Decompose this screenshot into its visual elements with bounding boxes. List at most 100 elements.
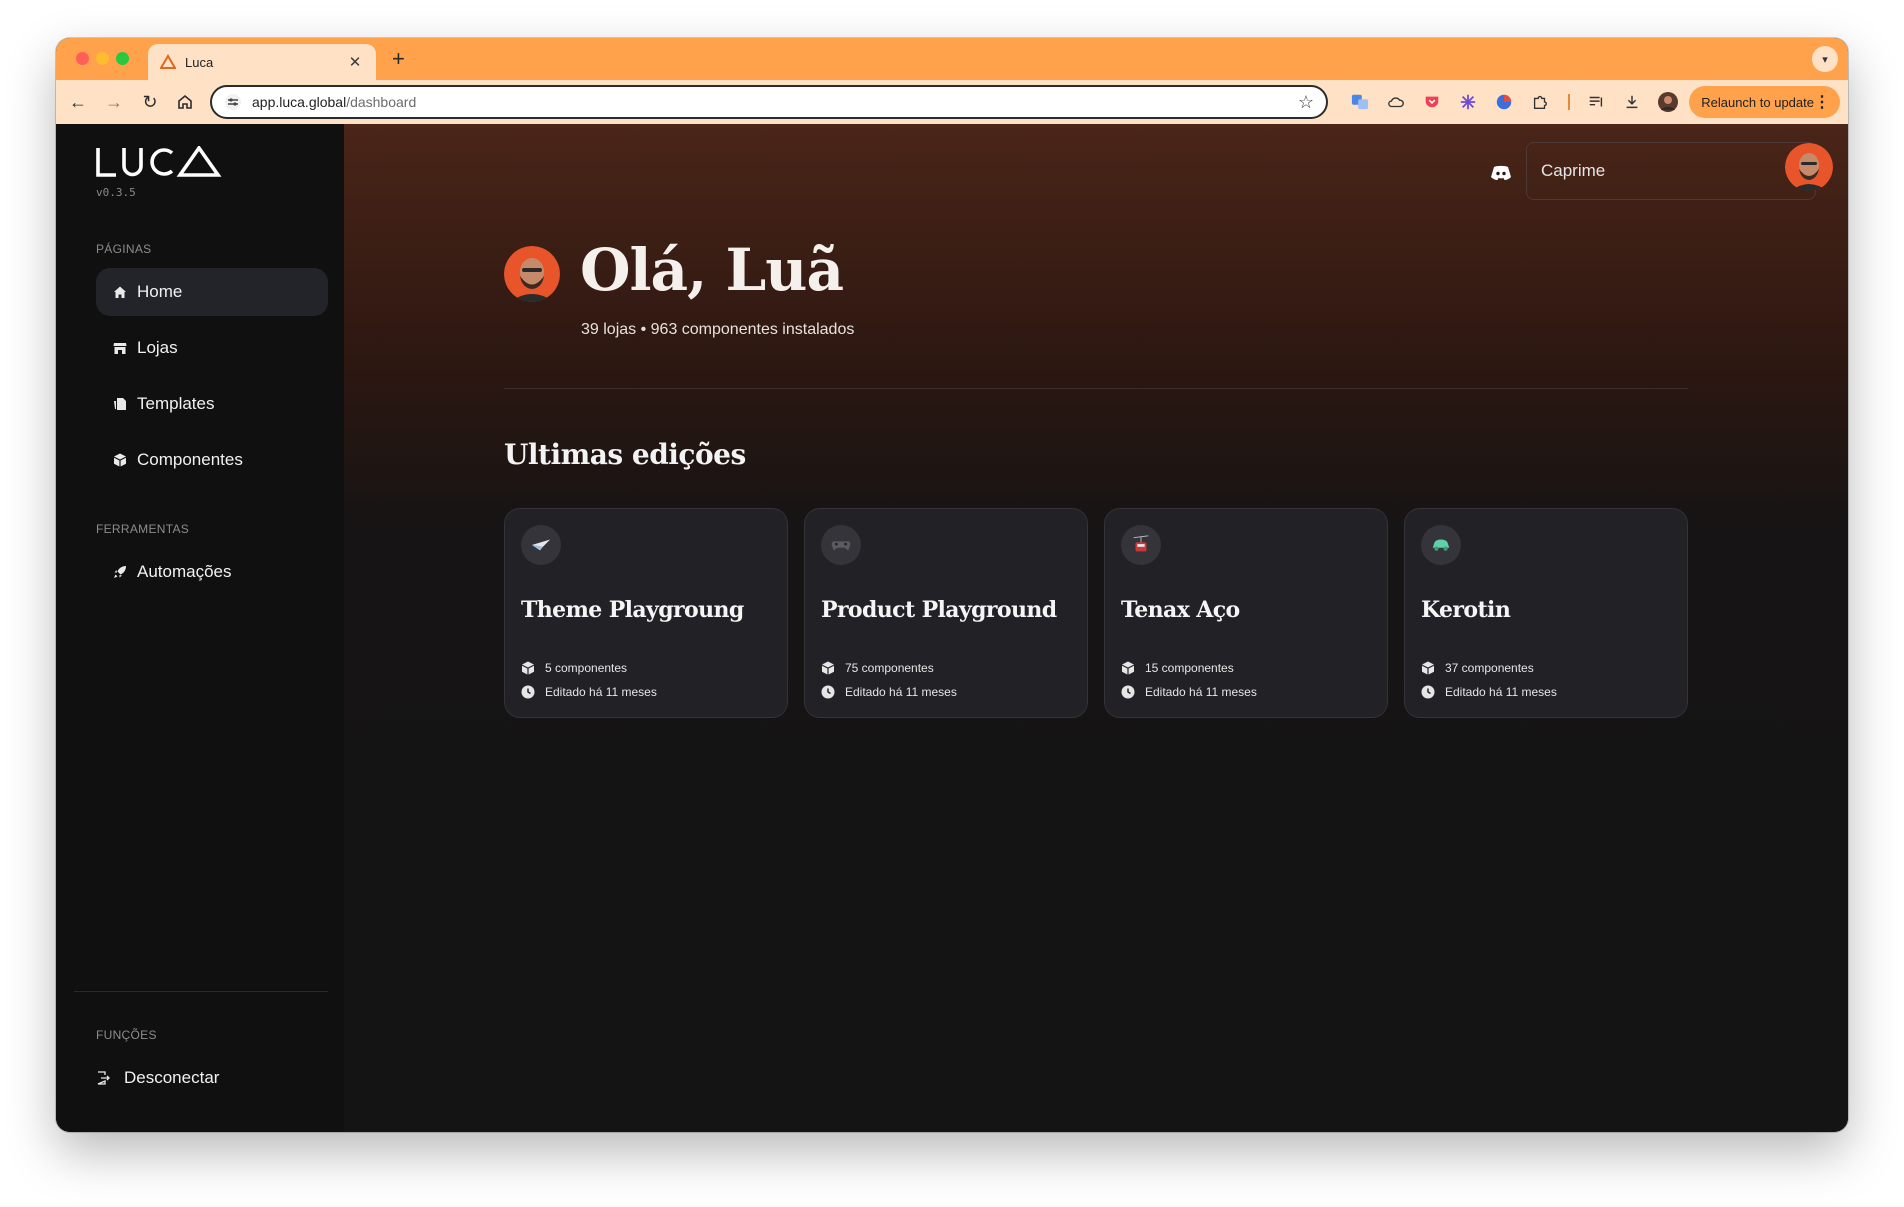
- discord-icon[interactable]: [1490, 164, 1512, 182]
- gamepad-icon: [821, 525, 861, 565]
- store-card-edited: Editado há 11 meses: [1121, 685, 1257, 699]
- store-card-edited: Editado há 11 meses: [821, 685, 957, 699]
- cube-icon: [114, 453, 126, 467]
- sidebar-item-templates[interactable]: Templates: [96, 380, 328, 428]
- store-card-components: 5 componentes: [521, 661, 627, 675]
- sidebar-item-label: Lojas: [137, 338, 178, 357]
- store-card-components: 37 componentes: [1421, 661, 1534, 675]
- cloud-extension-icon[interactable]: [1386, 92, 1406, 112]
- stats-summary: 39 lojas • 963 componentes instalados: [581, 321, 855, 338]
- sidebar-item-lojas[interactable]: Lojas: [96, 324, 328, 372]
- store-card[interactable]: Kerotin 37 componentes Editado há 11 mes…: [1404, 508, 1688, 718]
- store-card-components: 75 componentes: [821, 661, 934, 675]
- minimize-window-button[interactable]: [96, 52, 109, 65]
- store-card[interactable]: Theme Playgroung 5 componentes Editado h…: [504, 508, 788, 718]
- reload-button[interactable]: ↻: [136, 88, 164, 116]
- translate-extension-icon[interactable]: [1350, 92, 1370, 112]
- home-outline-icon: [178, 94, 192, 109]
- store-card-components-label: 15 componentes: [1145, 661, 1234, 675]
- burst-extension-icon[interactable]: [1458, 92, 1478, 112]
- content-divider: [504, 388, 1688, 389]
- store-card-components-label: 37 componentes: [1445, 661, 1534, 675]
- bookmark-star-icon[interactable]: ☆: [1298, 92, 1314, 113]
- close-window-button[interactable]: [76, 52, 89, 65]
- user-avatar-button[interactable]: [1785, 143, 1833, 191]
- paper-plane-icon: [521, 525, 561, 565]
- section-label-functions: FUNÇÕES: [96, 1028, 157, 1042]
- store-card-title: Theme Playgroung: [521, 597, 744, 623]
- tab-close-icon[interactable]: ✕: [346, 53, 364, 71]
- tab-search-button[interactable]: ▾: [1812, 46, 1838, 72]
- site-settings-icon[interactable]: [224, 93, 242, 111]
- store-select[interactable]: Caprime ⌃⌄: [1526, 142, 1816, 200]
- store-card[interactable]: Product Playground 75 componentes Editad…: [804, 508, 1088, 718]
- store-icon: [113, 343, 127, 354]
- tab-strip: Luca ✕ + ▾: [56, 38, 1848, 80]
- store-select-value: Caprime: [1541, 161, 1606, 180]
- browser-window: Luca ✕ + ▾ ← → ↻ app.luca.global/dashboa…: [56, 38, 1848, 1132]
- back-button[interactable]: ←: [64, 88, 92, 116]
- downloads-icon[interactable]: [1622, 92, 1642, 112]
- store-card-components: 15 componentes: [1121, 661, 1234, 675]
- clock-icon: [521, 685, 535, 699]
- logout-icon: [97, 1071, 110, 1085]
- logout-button[interactable]: Desconectar: [96, 1068, 219, 1088]
- relaunch-label: Relaunch to update: [1701, 94, 1814, 110]
- section-label-pages: PÁGINAS: [96, 242, 152, 256]
- browser-tab[interactable]: Luca ✕: [148, 44, 376, 80]
- cube-icon: [522, 661, 534, 675]
- profile-avatar-icon[interactable]: [1658, 92, 1678, 112]
- logout-label: Desconectar: [124, 1068, 220, 1087]
- store-card-edited-label: Editado há 11 meses: [1445, 685, 1557, 699]
- sidebar-item-automacoes[interactable]: Automações: [96, 548, 328, 596]
- main-content: Caprime ⌃⌄ Olá, Luã 39 lojas • 963 compo…: [344, 124, 1848, 1132]
- app-version: v0.3.5: [96, 186, 136, 199]
- store-card[interactable]: Tenax Aço 15 componentes Editado há 11 m…: [1104, 508, 1388, 718]
- luca-favicon-icon: [160, 54, 176, 69]
- sidebar-divider: [74, 991, 328, 992]
- cube-icon: [822, 661, 834, 675]
- section-label-tools: FERRAMENTAS: [96, 522, 190, 536]
- browser-toolbar: ← → ↻ app.luca.global/dashboard ☆ Relaun…: [56, 80, 1848, 124]
- home-icon: [114, 286, 126, 298]
- sidebar-item-label: Automações: [137, 562, 232, 581]
- color-orb-extension-icon[interactable]: [1494, 92, 1514, 112]
- relaunch-button[interactable]: Relaunch to update ⋮: [1689, 86, 1840, 118]
- pocket-extension-icon[interactable]: [1422, 92, 1442, 112]
- store-card-title: Product Playground: [821, 597, 1057, 623]
- store-card-components-label: 75 componentes: [845, 661, 934, 675]
- store-card-edited: Editado há 11 meses: [521, 685, 657, 699]
- cube-icon: [1422, 661, 1434, 675]
- recent-edits-title: Ultimas edições: [504, 438, 746, 471]
- store-card-title: Tenax Aço: [1121, 597, 1240, 623]
- url-path: /dashboard: [346, 94, 417, 110]
- sidebar-item-label: Componentes: [137, 450, 243, 469]
- avatar: [504, 246, 560, 302]
- sidebar-item-componentes[interactable]: Componentes: [96, 436, 328, 484]
- store-card-edited: Editado há 11 meses: [1421, 685, 1557, 699]
- reading-list-icon[interactable]: [1586, 92, 1606, 112]
- store-card-edited-label: Editado há 11 meses: [845, 685, 957, 699]
- maximize-window-button[interactable]: [116, 52, 129, 65]
- more-menu-icon[interactable]: ⋮: [1814, 92, 1830, 112]
- luca-logo: [96, 146, 222, 177]
- templates-icon: [114, 398, 126, 410]
- url-host: app.luca.global: [252, 94, 347, 110]
- sidebar-item-label: Templates: [137, 394, 215, 413]
- forward-button[interactable]: →: [100, 88, 128, 116]
- toolbar-separator: [1568, 94, 1570, 110]
- store-card-edited-label: Editado há 11 meses: [1145, 685, 1257, 699]
- home-button[interactable]: [171, 88, 199, 116]
- cube-icon: [1122, 661, 1134, 675]
- extensions-puzzle-icon[interactable]: [1530, 92, 1550, 112]
- store-card-title: Kerotin: [1421, 597, 1511, 623]
- new-tab-button[interactable]: +: [392, 46, 405, 72]
- app-root: v0.3.5 PÁGINAS Home Lojas Templates Comp…: [56, 124, 1848, 1132]
- sidebar-item-label: Home: [137, 282, 183, 301]
- address-bar[interactable]: app.luca.global/dashboard ☆: [210, 85, 1328, 119]
- sidebar-item-home[interactable]: Home: [96, 268, 328, 316]
- page-title: Olá, Luã: [580, 236, 844, 304]
- sidebar: v0.3.5 PÁGINAS Home Lojas Templates Comp…: [56, 124, 344, 1132]
- store-card-edited-label: Editado há 11 meses: [545, 685, 657, 699]
- tab-title: Luca: [185, 54, 214, 70]
